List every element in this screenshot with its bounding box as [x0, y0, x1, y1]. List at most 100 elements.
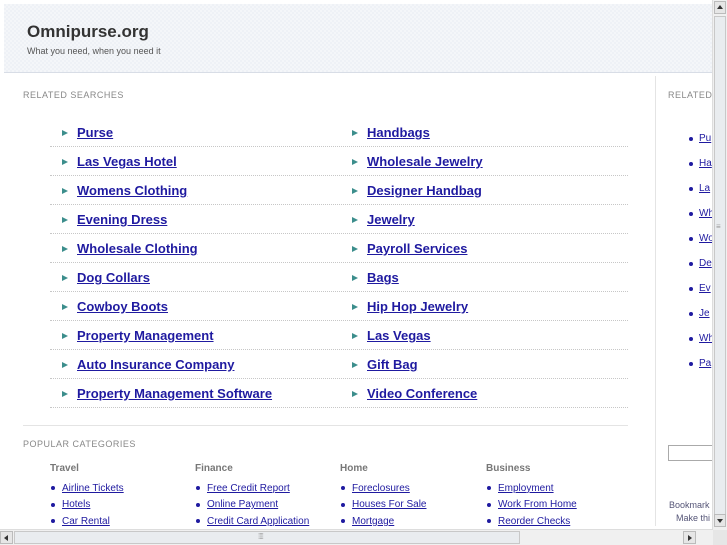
result-link[interactable]: Bags	[367, 270, 399, 285]
side-search-input[interactable]	[668, 445, 714, 461]
result-link[interactable]: Payroll Services	[367, 241, 467, 256]
result-item[interactable]: Womens Clothing	[62, 183, 187, 198]
category-link[interactable]: Foreclosures	[352, 483, 410, 494]
result-link[interactable]: Auto Insurance Company	[77, 357, 234, 372]
side-list-item[interactable]: Pa	[689, 351, 714, 376]
category-item[interactable]: Credit Card Application	[196, 513, 309, 530]
category-item[interactable]: Hotels	[51, 497, 124, 514]
result-link[interactable]: Las Vegas	[367, 328, 431, 343]
side-list-item[interactable]: Wh	[689, 201, 714, 226]
result-item[interactable]: Payroll Services	[352, 241, 467, 256]
bullet-icon	[689, 286, 693, 291]
arrow-right-icon	[352, 129, 358, 136]
result-item[interactable]: Las Vegas Hotel	[62, 154, 177, 169]
scroll-up-button[interactable]	[714, 1, 726, 14]
horizontal-scroll-thumb[interactable]	[14, 531, 520, 544]
result-item[interactable]: Bags	[352, 270, 399, 285]
side-list-link[interactable]: Ev	[699, 283, 711, 294]
category-item[interactable]: Mortgage	[341, 513, 426, 530]
make-homepage-link[interactable]: Make thi	[676, 513, 710, 523]
category-item[interactable]: Work From Home	[487, 497, 577, 514]
category-item[interactable]: Employment	[487, 480, 577, 497]
site-title[interactable]: Omnipurse.org	[27, 22, 149, 42]
horizontal-scrollbar[interactable]: ⁞⁞⁞⁞	[0, 529, 713, 545]
category-item[interactable]: Reorder Checks	[487, 513, 577, 530]
side-list-link[interactable]: Ha	[699, 158, 712, 169]
bullet-icon	[487, 486, 491, 491]
scroll-down-button[interactable]	[714, 514, 726, 527]
scroll-right-button[interactable]	[683, 531, 696, 544]
scroll-left-button[interactable]	[0, 531, 13, 544]
result-item[interactable]: Handbags	[352, 125, 430, 140]
result-item[interactable]: Dog Collars	[62, 270, 150, 285]
result-link[interactable]: Evening Dress	[77, 212, 167, 227]
result-item[interactable]: Video Conference	[352, 386, 477, 401]
vertical-scroll-thumb[interactable]	[714, 16, 726, 526]
result-link[interactable]: Las Vegas Hotel	[77, 154, 177, 169]
side-list-link[interactable]: Pa	[699, 358, 711, 369]
result-link[interactable]: Property Management Software	[77, 386, 272, 401]
side-list-item[interactable]: Ha	[689, 151, 714, 176]
side-list-link[interactable]: Pu	[699, 133, 711, 144]
result-item[interactable]: Evening Dress	[62, 212, 167, 227]
result-link[interactable]: Property Management	[77, 328, 214, 343]
side-list-item[interactable]: De	[689, 251, 714, 276]
category-link[interactable]: Houses For Sale	[352, 499, 426, 510]
vertical-scrollbar[interactable]: ≡	[712, 0, 727, 530]
category-link[interactable]: Credit Card Application	[207, 516, 309, 527]
result-link[interactable]: Hip Hop Jewelry	[367, 299, 468, 314]
result-link[interactable]: Gift Bag	[367, 357, 418, 372]
category-item[interactable]: Car Rental	[51, 513, 124, 530]
result-link[interactable]: Wholesale Clothing	[77, 241, 198, 256]
result-link[interactable]: Purse	[77, 125, 113, 140]
result-item[interactable]: Hip Hop Jewelry	[352, 299, 468, 314]
result-link[interactable]: Handbags	[367, 125, 430, 140]
result-link[interactable]: Cowboy Boots	[77, 299, 168, 314]
side-list-item[interactable]: Ev	[689, 276, 714, 301]
side-list-item[interactable]: Wo	[689, 226, 714, 251]
side-list-link[interactable]: La	[699, 183, 710, 194]
category-link[interactable]: Mortgage	[352, 516, 394, 527]
category-link[interactable]: Car Rental	[62, 516, 110, 527]
result-item[interactable]: Designer Handbag	[352, 183, 482, 198]
result-link[interactable]: Designer Handbag	[367, 183, 482, 198]
category-link[interactable]: Employment	[498, 483, 554, 494]
side-list-link[interactable]: De	[699, 258, 712, 269]
bullet-icon	[51, 502, 55, 507]
result-item[interactable]: Jewelry	[352, 212, 415, 227]
bookmark-link[interactable]: Bookmark	[669, 500, 710, 510]
result-item[interactable]: Wholesale Clothing	[62, 241, 198, 256]
category-link[interactable]: Reorder Checks	[498, 516, 570, 527]
result-link[interactable]: Video Conference	[367, 386, 477, 401]
result-item[interactable]: Purse	[62, 125, 113, 140]
result-link[interactable]: Dog Collars	[77, 270, 150, 285]
category-item[interactable]: Online Payment	[196, 497, 309, 514]
side-list-item[interactable]: Wh	[689, 326, 714, 351]
category-link[interactable]: Airline Tickets	[62, 483, 124, 494]
category-link[interactable]: Free Credit Report	[207, 483, 290, 494]
side-list-item[interactable]: Je	[689, 301, 714, 326]
bullet-icon	[689, 211, 693, 216]
side-list-link[interactable]: Je	[699, 308, 710, 319]
result-link[interactable]: Womens Clothing	[77, 183, 187, 198]
side-list-item[interactable]: Pu	[689, 126, 714, 151]
side-list-item[interactable]: La	[689, 176, 714, 201]
result-item[interactable]: Auto Insurance Company	[62, 357, 234, 372]
category-link[interactable]: Hotels	[62, 499, 90, 510]
result-link[interactable]: Wholesale Jewelry	[367, 154, 483, 169]
category-item[interactable]: Foreclosures	[341, 480, 426, 497]
category-item[interactable]: Houses For Sale	[341, 497, 426, 514]
result-item[interactable]: Cowboy Boots	[62, 299, 168, 314]
result-item[interactable]: Las Vegas	[352, 328, 431, 343]
category-item[interactable]: Free Credit Report	[196, 480, 309, 497]
arrow-right-icon	[62, 158, 68, 165]
result-item[interactable]: Property Management Software	[62, 386, 272, 401]
category-heading: Business	[486, 463, 531, 474]
category-item[interactable]: Airline Tickets	[51, 480, 124, 497]
category-link[interactable]: Online Payment	[207, 499, 278, 510]
result-item[interactable]: Gift Bag	[352, 357, 418, 372]
result-item[interactable]: Property Management	[62, 328, 214, 343]
category-link[interactable]: Work From Home	[498, 499, 577, 510]
result-link[interactable]: Jewelry	[367, 212, 415, 227]
result-item[interactable]: Wholesale Jewelry	[352, 154, 483, 169]
